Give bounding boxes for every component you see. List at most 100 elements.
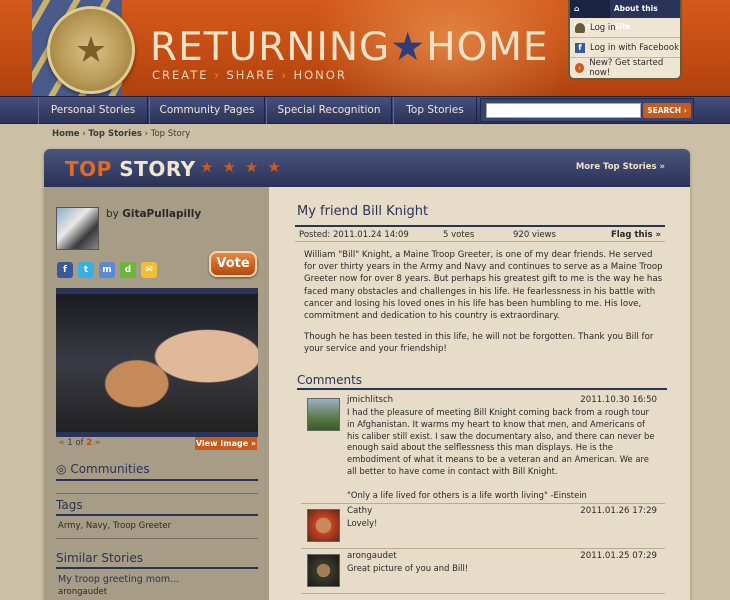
facebook-icon: f [575,42,585,53]
commenter-name[interactable]: jmichlitsch [347,395,393,405]
search-button[interactable]: SEARCH › [643,103,691,118]
tags-list[interactable]: Army, Navy, Troop Greeter [58,521,171,531]
comment-date: 2011.01.25 07:29 [580,551,657,561]
myspace-icon[interactable]: m [99,262,115,278]
commenter-avatar[interactable] [307,509,340,542]
prev-arrow-icon[interactable]: « [59,438,65,448]
chevron-icon: › [281,68,288,82]
commenter-avatar[interactable] [307,554,340,587]
comment-date: 2011.01.26 17:29 [580,506,657,516]
breadcrumb-top-stories[interactable]: Top Stories [88,129,142,139]
search-input[interactable] [486,103,641,118]
more-top-stories-link[interactable]: More Top Stories » [576,162,665,172]
comment-text: Great picture of you and Bill! [347,563,469,573]
story-sidebar: by GitaPullapilly f t m d ✉ Vote « 1 of … [44,187,269,600]
twitter-icon[interactable]: t [78,262,94,278]
story-paragraph: Though he has been tested in this life, … [304,332,654,355]
communities-heading[interactable]: ◎ Communities [56,462,258,481]
author-link[interactable]: GitaPullapilly [122,208,201,220]
nav-personal-stories[interactable]: Personal Stories [38,97,148,124]
divider [56,493,258,494]
posted-date: Posted: 2011.01.24 14:09 [299,230,409,240]
vote-button[interactable]: Vote [209,251,257,277]
view-count: 920 views [513,230,556,240]
breadcrumb-current: Top Story [150,129,191,139]
facebook-login-label: Log in with Facebook [590,42,680,53]
commenter-name[interactable]: arongaudet [347,551,397,561]
digg-icon[interactable]: d [120,262,136,278]
panel-title-story: STORY [111,157,196,181]
logo-word-home: HOME [426,25,549,70]
chevron-icon: › [214,68,221,82]
similar-story-author[interactable]: arongaudet [58,587,107,597]
logo-word-returning: RETURNING [150,25,391,70]
communities-label: Communities [70,462,150,476]
military-medal-logo[interactable]: ★ [47,6,135,94]
byline-by: by [106,208,119,220]
panel-title-top: TOP [65,157,112,181]
tags-heading: Tags [56,498,258,516]
story-photo[interactable] [56,288,258,438]
search-box: SEARCH › [480,98,694,122]
similar-stories-heading: Similar Stories [56,551,258,569]
top-story-panel: TOP STORY ★★★★ More Top Stories » by Git… [44,149,690,600]
facebook-icon[interactable]: f [57,262,73,278]
nav-community-pages[interactable]: Community Pages [149,97,265,124]
tagline-create: CREATE [152,68,209,82]
view-image-button[interactable]: View Image » [195,437,257,450]
user-box: ⌂ Home About this Site Log in f Log in wi… [568,0,682,80]
breadcrumb-home[interactable]: Home [52,129,80,139]
get-started-label: New? Get started now! [589,58,664,78]
story-title: My friend Bill Knight [297,204,429,219]
photo-pager: « 1 of 2 » [59,438,100,448]
comment-item: jmichlitsch 2011.10.30 16:50 I had the p… [301,394,665,504]
comment-item: arongaudet 2011.01.25 07:29 Great pictur… [301,550,665,594]
tagline-share: SHARE [226,68,276,82]
tagline-honor: HONOR [293,68,347,82]
similar-story-link[interactable]: My troop greeting mom... [58,574,179,585]
pager-of: of [72,438,87,448]
next-arrow-icon[interactable]: » [95,438,101,448]
star-icon: ★ [74,29,108,71]
site-logo-title[interactable]: RETURNING★HOME [150,26,549,70]
facebook-login-link[interactable]: f Log in with Facebook [570,38,680,58]
communities-icon: ◎ [56,462,67,476]
comment-text: I had the pleasure of meeting Bill Knigh… [347,407,659,501]
vote-count: 5 votes [443,230,475,240]
comment-body: I had the pleasure of meeting Bill Knigh… [347,407,655,476]
tagline: CREATE › SHARE › HONOR [152,68,347,82]
get-started-link[interactable]: › New? Get started now! [570,58,680,78]
commenter-name[interactable]: Cathy [347,506,372,516]
author-byline: by GitaPullapilly [106,208,201,220]
pager-total[interactable]: 2 [86,438,92,448]
breadcrumb-sep: › [141,129,151,139]
story-body: William "Bill" Knight, a Maine Troop Gre… [304,249,666,365]
arrow-icon: › [575,63,585,73]
user-icon [575,22,585,33]
tab-about[interactable]: About this Site [610,0,680,31]
comment-text: Lovely! [347,518,378,528]
story-meta: Posted: 2011.01.24 14:09 5 votes 920 vie… [295,225,665,242]
stars-icon: ★★★★ [200,158,290,176]
comment-item: Cathy 2011.01.26 17:29 Lovely! [301,505,665,549]
email-icon[interactable]: ✉ [141,262,157,278]
site-header: ★ RETURNING★HOME CREATE › SHARE › HONOR … [0,0,730,96]
login-label: Log in [590,22,616,33]
nav-top-stories[interactable]: Top Stories [393,97,477,124]
flag-link[interactable]: Flag this » [611,230,661,240]
panel-header: TOP STORY ★★★★ More Top Stories » [44,149,690,187]
breadcrumb: Home › Top Stories › Top Story [52,129,190,139]
author-avatar[interactable] [56,207,99,250]
comment-date: 2011.10.30 16:50 [580,395,657,405]
main-nav: Personal Stories Community Pages Special… [0,96,730,124]
share-icons: f t m d ✉ [57,262,162,278]
comments-heading: Comments [297,373,667,390]
story-main: My friend Bill Knight Posted: 2011.01.24… [270,187,690,600]
story-paragraph: William "Bill" Knight, a Maine Troop Gre… [304,250,663,322]
tab-home[interactable]: ⌂ Home [570,0,610,31]
commenter-avatar[interactable] [307,398,340,431]
home-icon: ⌂ [574,4,580,13]
panel-title: TOP STORY [65,157,196,181]
nav-special-recognition[interactable]: Special Recognition [266,97,392,124]
logo-star-icon: ★ [390,25,427,70]
